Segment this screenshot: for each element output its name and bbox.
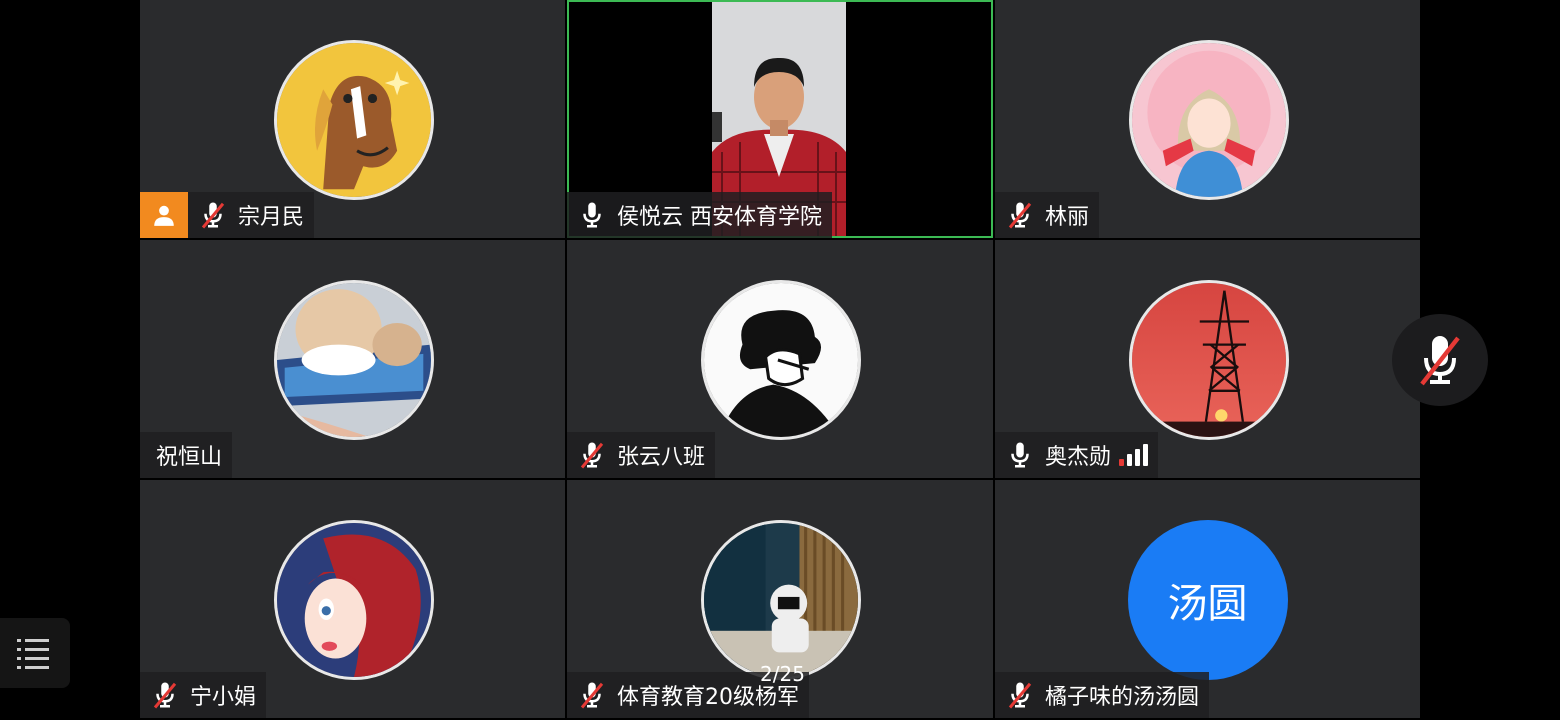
video-grid: 宗月民 侯悦云 西安体育学院 林丽 祝恒山 张云八班 奥杰勋 宁小娟 体育教育2… (140, 0, 1420, 720)
list-icon (17, 639, 49, 669)
avatar (1128, 280, 1289, 440)
participant-label: 奥杰勋 (995, 432, 1159, 478)
mic-icon (1011, 442, 1029, 468)
mic-icon (583, 202, 601, 228)
participant-name: 祝恒山 (156, 445, 223, 470)
mic-muted-icon (580, 682, 604, 709)
participant-name: 奥杰勋 (1045, 445, 1112, 470)
participant-name: 橘子味的汤汤圆 (1045, 685, 1200, 710)
participant-label: 橘子味的汤汤圆 (995, 672, 1210, 718)
participant-name: 张云八班 (617, 445, 706, 470)
participant-tile[interactable]: 汤圆 橘子味的汤汤圆 (995, 480, 1420, 718)
mic-muted-icon (1008, 682, 1032, 709)
avatar (273, 40, 434, 200)
avatar (273, 280, 434, 440)
signal-strength-icon (1119, 444, 1149, 466)
participant-label: 祝恒山 (140, 432, 233, 478)
avatar (1128, 40, 1289, 200)
mic-muted-icon (1420, 336, 1460, 386)
page-indicator: 2/25 (760, 662, 805, 686)
participant-tile[interactable]: 林丽 (995, 0, 1420, 238)
participant-tile[interactable]: 宗月民 (140, 0, 565, 238)
participant-label: 宗月民 (140, 192, 315, 238)
avatar (701, 520, 861, 680)
participant-tile[interactable]: 宁小娟 (140, 480, 565, 718)
participant-tile-active-speaker[interactable]: 侯悦云 西安体育学院 (567, 0, 993, 238)
participant-name: 林丽 (1045, 205, 1090, 230)
mute-toggle-button[interactable] (1392, 314, 1488, 406)
mic-muted-icon (153, 682, 177, 709)
avatar (701, 280, 861, 440)
participant-list-button[interactable] (0, 618, 70, 688)
participant-label: 张云八班 (567, 432, 716, 478)
participant-label: 侯悦云 西安体育学院 (567, 192, 832, 238)
host-icon (140, 192, 188, 238)
participant-tile[interactable]: 张云八班 (567, 240, 993, 478)
avatar (273, 520, 434, 680)
mic-muted-icon (580, 442, 604, 469)
participant-tile[interactable]: 祝恒山 (140, 240, 565, 478)
participant-name: 宁小娟 (190, 685, 257, 710)
mic-muted-icon (201, 202, 225, 229)
avatar-initials: 汤圆 (1127, 520, 1288, 680)
participant-tile[interactable]: 奥杰勋 (995, 240, 1420, 478)
participant-label: 宁小娟 (140, 672, 267, 718)
mic-muted-icon (1008, 202, 1032, 229)
participant-label: 林丽 (995, 192, 1100, 238)
participant-name: 宗月民 (238, 205, 305, 230)
participant-name: 侯悦云 西安体育学院 (617, 205, 822, 230)
